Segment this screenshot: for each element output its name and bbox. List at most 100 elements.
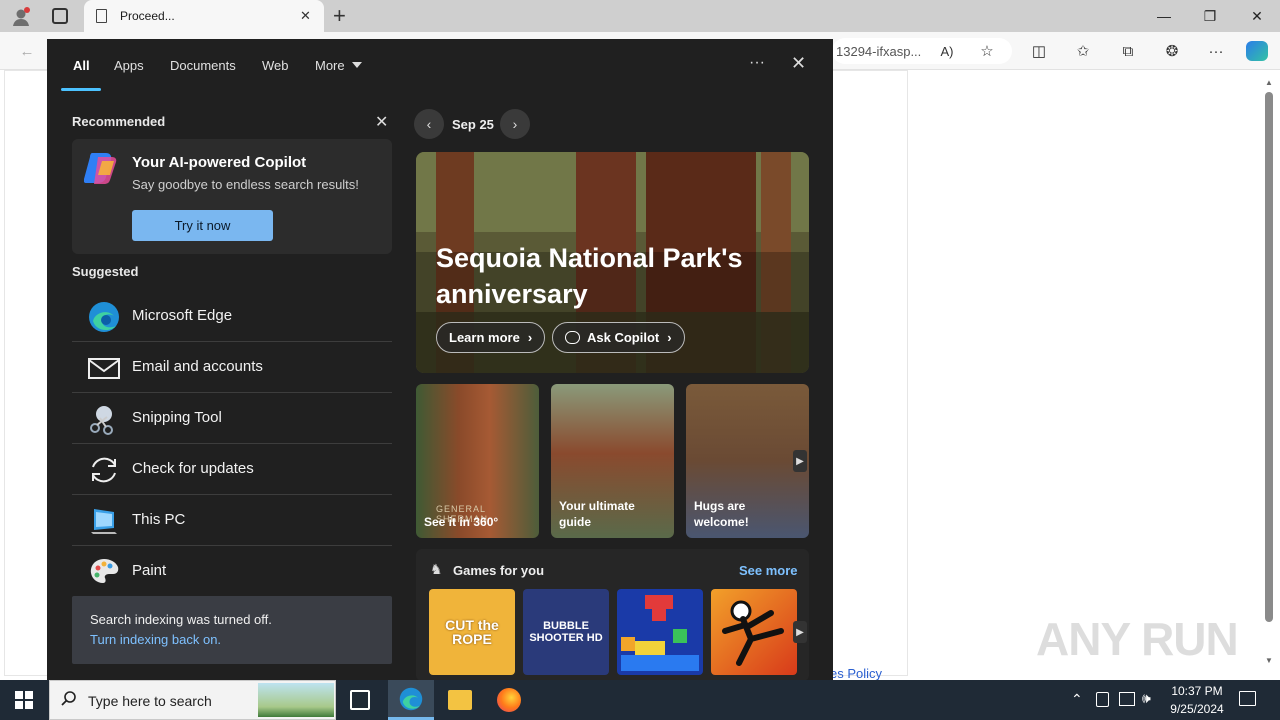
game-cut-the-rope[interactable]: CUT the ROPE [429, 589, 515, 675]
close-panel-icon[interactable]: ✕ [791, 53, 806, 74]
new-tab-button[interactable]: + [333, 3, 346, 29]
file-explorer-icon[interactable] [448, 690, 472, 710]
tile-caption: See it in 360° [424, 515, 499, 529]
extensions-icon[interactable]: ❂ [1161, 41, 1183, 61]
tile-caption: Your ultimate guide [559, 498, 635, 530]
task-view-icon[interactable] [350, 690, 370, 710]
taskbar-search-box[interactable]: Type here to search [49, 680, 336, 720]
page-icon [96, 9, 107, 23]
tab-close-icon[interactable]: ✕ [300, 8, 311, 24]
clock-date: 9/25/2024 [1170, 702, 1224, 716]
tiles-next-icon[interactable]: ▶ [793, 450, 807, 472]
back-icon[interactable]: ← [16, 41, 38, 61]
suggested-item-label: Snipping Tool [132, 409, 222, 426]
chevron-right-icon: › [527, 330, 533, 345]
tetris-blocks-icon [621, 595, 699, 671]
game-stickman-fighter[interactable] [711, 589, 797, 675]
suggested-item-microsoft-edge[interactable]: Microsoft Edge [72, 291, 392, 342]
game-block-puzzle[interactable] [617, 589, 703, 675]
hero-title-line-2: anniversary [436, 279, 588, 309]
refresh-icon [88, 454, 120, 486]
tile-caption-line-2: guide [559, 515, 591, 529]
suggested-item-this-pc[interactable]: This PC [72, 495, 392, 546]
indexing-notice-text: Search indexing was turned off. [90, 612, 272, 627]
show-hidden-icons-icon[interactable]: ⌃ [1071, 691, 1083, 708]
computer-icon [88, 505, 120, 537]
date-navigator: ‹ Sep 25 › [414, 109, 564, 141]
clock[interactable]: 10:37 PM 9/25/2024 [1164, 682, 1230, 718]
device-icon[interactable] [1096, 692, 1109, 707]
close-window-button[interactable]: ✕ [1234, 0, 1280, 32]
notifications-icon[interactable] [1239, 691, 1256, 706]
search-panel: All Apps Documents Web More ··· ✕ Recomm… [47, 39, 833, 681]
games-section: ♞ Games for you See more CUT the ROPE BU… [416, 549, 809, 681]
rec-card-subtitle: Say goodbye to endless search results! [132, 177, 359, 192]
search-tabs: All Apps Documents Web More ··· ✕ [47, 39, 833, 91]
tab-documents[interactable]: Documents [170, 58, 236, 73]
mail-icon [88, 352, 120, 384]
suggested-item-label: Check for updates [132, 460, 254, 477]
suggested-item-snipping-tool[interactable]: Snipping Tool [72, 393, 392, 444]
tab-all[interactable]: All [73, 58, 90, 73]
learn-more-label: Learn more [449, 330, 520, 345]
browser-tab[interactable]: Proceed... ✕ [84, 0, 324, 32]
more-options-icon[interactable]: ··· [749, 54, 765, 72]
minimize-button[interactable]: — [1141, 0, 1187, 32]
tile-caption-line-1: Your ultimate [559, 499, 635, 513]
more-menu-icon[interactable]: ··· [1205, 41, 1227, 61]
see-more-link[interactable]: See more [739, 563, 798, 578]
tile-see-it-in-360[interactable]: GENERAL SHERMAN See it in 360° [416, 384, 539, 538]
read-aloud-icon[interactable]: A) [936, 41, 958, 61]
restore-button[interactable]: ❐ [1187, 0, 1233, 32]
copilot-icon[interactable] [1246, 41, 1268, 61]
scroll-up-arrow[interactable]: ▲ [1265, 78, 1273, 87]
tab-apps[interactable]: Apps [114, 58, 144, 73]
search-highlight-image [258, 683, 334, 717]
hero-title-line-1: Sequoia National Park's [436, 243, 743, 273]
scroll-thumb[interactable] [1265, 92, 1273, 622]
split-screen-icon[interactable]: ◫ [1028, 41, 1050, 61]
learn-more-button[interactable]: Learn more › [436, 322, 546, 353]
tab-more[interactable]: More [315, 58, 345, 73]
favorite-star-icon[interactable]: ☆ [976, 41, 998, 61]
game-title: BUBBLE SHOOTER HD [529, 620, 603, 644]
indexing-notice: Search indexing was turned off. Turn ind… [72, 596, 392, 664]
next-icon[interactable]: › [500, 109, 530, 139]
try-it-now-button[interactable]: Try it now [132, 210, 273, 241]
suggested-item-paint[interactable]: Paint [72, 546, 392, 597]
chevron-down-icon [352, 62, 362, 68]
scrollbar[interactable]: ▲ ▼ [1262, 76, 1276, 670]
taskbar-edge-icon[interactable] [388, 680, 434, 720]
profile-icon[interactable] [10, 6, 32, 28]
tile-your-ultimate-guide[interactable]: Your ultimate guide [551, 384, 674, 538]
ask-copilot-button[interactable]: Ask Copilot › [552, 322, 685, 353]
suggested-item-email-and-accounts[interactable]: Email and accounts [72, 342, 392, 393]
network-icon[interactable] [1119, 692, 1135, 706]
game-title: CUT the ROPE [445, 617, 499, 647]
tile-hugs-are-welcome[interactable]: Hugs are welcome! [686, 384, 809, 538]
suggested-item-check-for-updates[interactable]: Check for updates [72, 444, 392, 495]
tile-caption-line-1: Hugs are [694, 499, 746, 513]
tab-actions-icon[interactable] [52, 8, 68, 24]
page-footer-link[interactable]: es Policy [830, 666, 882, 681]
previous-icon[interactable]: ‹ [414, 109, 444, 139]
dismiss-recommended-icon[interactable]: ✕ [375, 112, 388, 132]
tab-web[interactable]: Web [262, 58, 289, 73]
volume-icon[interactable]: 🕪 [1142, 690, 1151, 707]
address-text: 13294-ifxasp... [836, 44, 922, 59]
active-tab-indicator [61, 88, 101, 91]
suggested-item-label: Email and accounts [132, 358, 263, 375]
watermark: ANY RUN [1036, 613, 1239, 665]
tile-caption-line-2: welcome! [694, 515, 749, 529]
collections-icon[interactable]: ⧉ [1117, 41, 1139, 61]
recommended-title: Recommended [72, 114, 166, 129]
windows-start-icon[interactable] [15, 691, 33, 709]
chevron-right-icon: › [667, 330, 672, 345]
favorites-icon[interactable]: ✩ [1072, 41, 1094, 61]
games-next-icon[interactable]: ▶ [793, 621, 807, 643]
stickman-icon [722, 600, 784, 666]
turn-indexing-on-link[interactable]: Turn indexing back on. [90, 632, 221, 647]
scroll-down-arrow[interactable]: ▼ [1265, 656, 1273, 665]
firefox-icon[interactable] [497, 688, 521, 712]
game-bubble-shooter[interactable]: BUBBLE SHOOTER HD [523, 589, 609, 675]
